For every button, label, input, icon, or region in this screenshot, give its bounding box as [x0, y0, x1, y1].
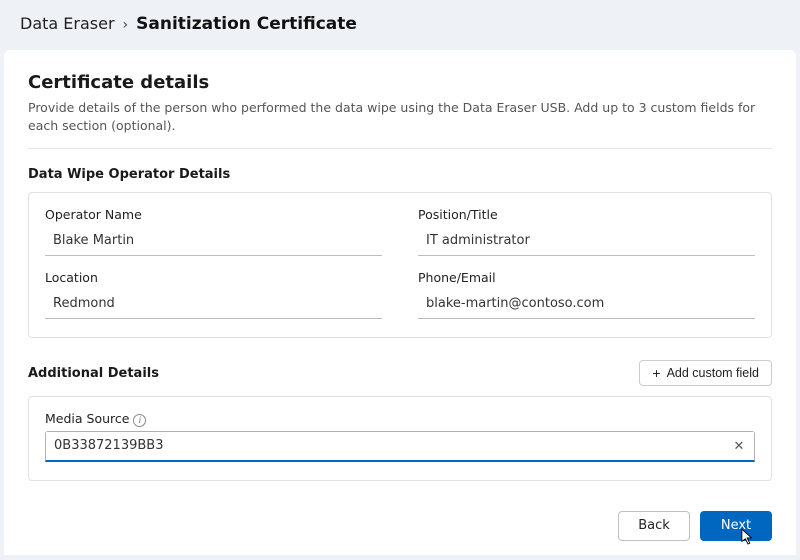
breadcrumb: Data Eraser › Sanitization Certificate: [0, 0, 800, 50]
page-title: Certificate details: [28, 72, 772, 93]
add-custom-field-label: Add custom field: [667, 366, 759, 380]
next-button[interactable]: Next: [700, 511, 772, 541]
clear-input-button[interactable]: ✕: [730, 437, 748, 455]
page-subtitle: Provide details of the person who perfor…: [28, 99, 772, 134]
divider: [28, 148, 772, 149]
operator-name-label: Operator Name: [45, 207, 382, 222]
position-label: Position/Title: [418, 207, 755, 222]
media-source-label: Media Source: [45, 411, 129, 426]
add-custom-field-button[interactable]: + Add custom field: [639, 360, 772, 386]
back-button[interactable]: Back: [618, 511, 690, 541]
operator-name-field: Operator Name: [45, 207, 382, 256]
operator-section-title-text: Data Wipe Operator Details: [28, 167, 230, 182]
contact-input[interactable]: [418, 289, 755, 319]
contact-field: Phone/Email: [418, 270, 755, 319]
additional-section-title-row: Additional Details + Add custom field: [4, 360, 796, 396]
operator-name-input[interactable]: [45, 226, 382, 256]
additional-panel: Media Source i ✕: [28, 396, 772, 481]
media-source-input-wrap: ✕: [45, 431, 755, 462]
location-field: Location: [45, 270, 382, 319]
operator-panel: Operator Name Position/Title Location Ph…: [28, 192, 772, 338]
page-card: Certificate details Provide details of t…: [4, 50, 796, 555]
chevron-right-icon: ›: [123, 17, 129, 33]
breadcrumb-current: Sanitization Certificate: [136, 14, 357, 34]
position-input[interactable]: [418, 226, 755, 256]
media-source-field: Media Source i ✕: [45, 411, 755, 462]
close-icon: ✕: [734, 438, 745, 454]
location-input[interactable]: [45, 289, 382, 319]
location-label: Location: [45, 270, 382, 285]
footer: Back Next: [4, 503, 796, 555]
plus-icon: +: [652, 366, 660, 380]
media-source-label-row: Media Source i: [45, 411, 755, 427]
position-field: Position/Title: [418, 207, 755, 256]
operator-section-title: Data Wipe Operator Details: [4, 167, 796, 192]
info-icon[interactable]: i: [133, 414, 146, 427]
additional-section-title: Additional Details: [28, 366, 159, 381]
breadcrumb-root[interactable]: Data Eraser: [20, 14, 115, 33]
page-header: Certificate details Provide details of t…: [4, 50, 796, 148]
contact-label: Phone/Email: [418, 270, 755, 285]
media-source-input[interactable]: [46, 432, 754, 460]
next-button-label: Next: [721, 518, 751, 533]
